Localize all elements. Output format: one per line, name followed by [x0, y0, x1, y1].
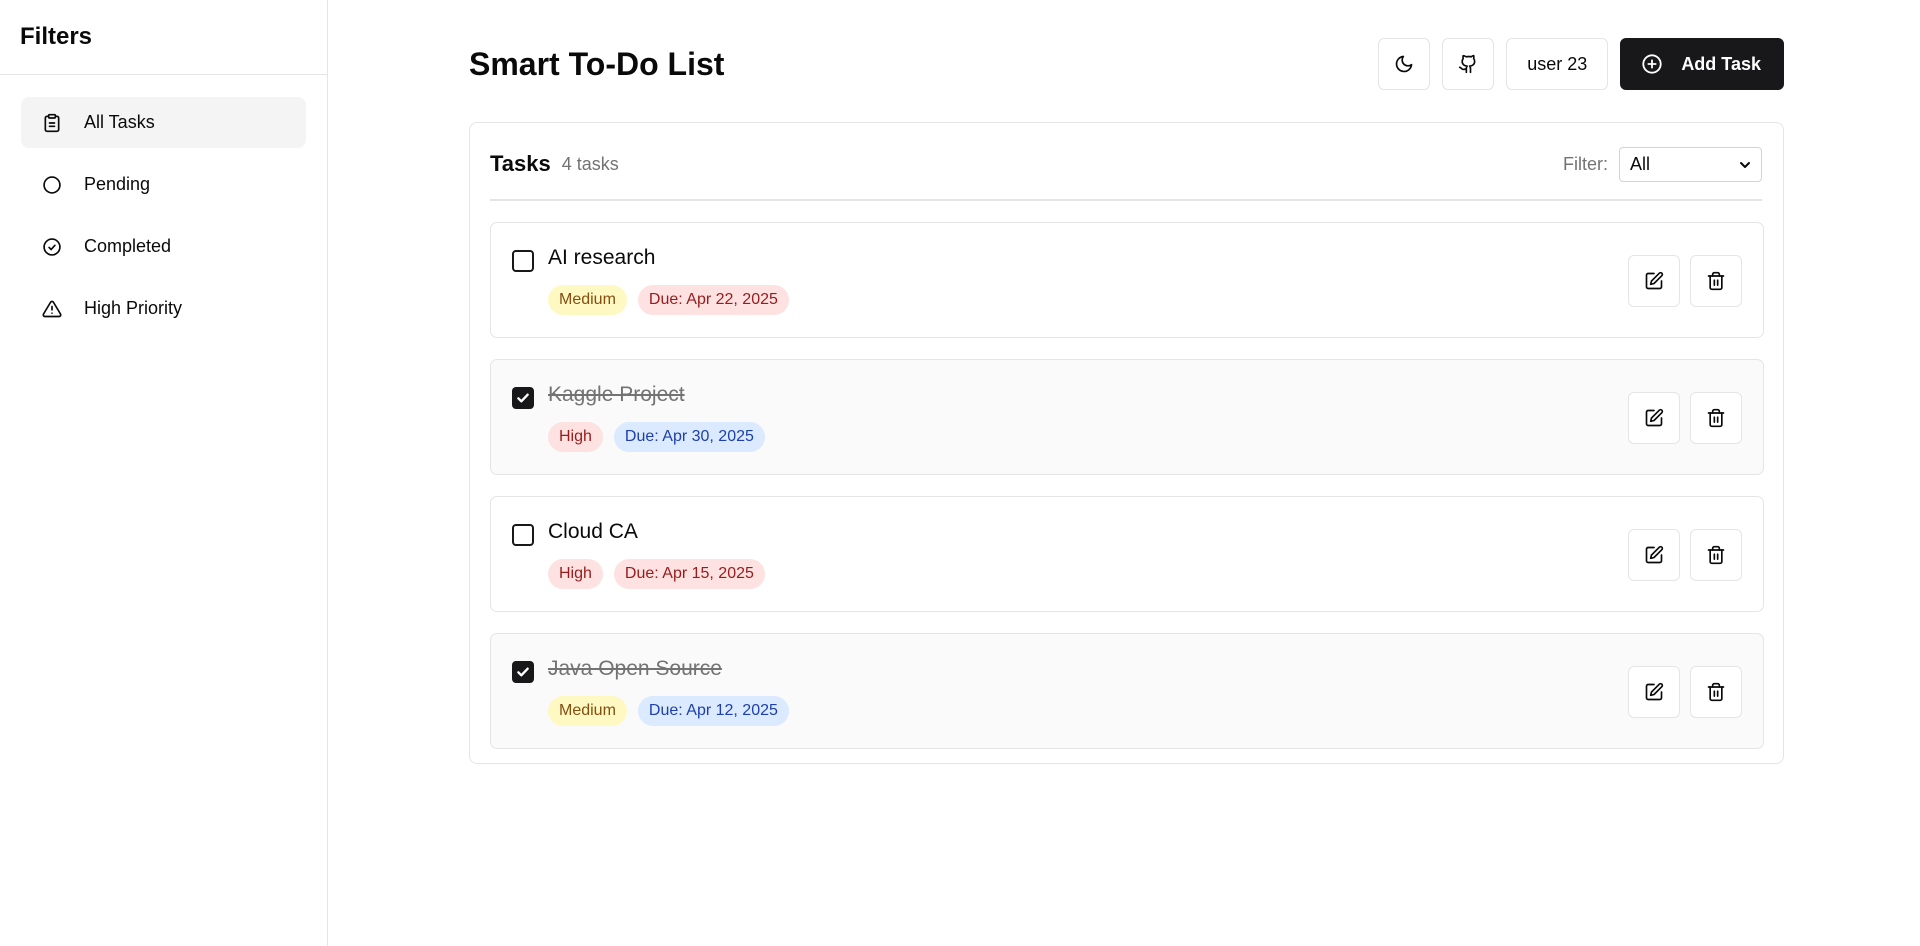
task-title: AI research [548, 246, 656, 269]
due-badge: Due: Apr 30, 2025 [613, 422, 765, 452]
sidebar-header: Filters [0, 0, 327, 75]
tasks-card: Tasks 4 tasks Filter: All AI research Me… [469, 122, 1784, 764]
delete-button[interactable] [1690, 392, 1742, 444]
task-title: Kaggle Project [548, 383, 685, 406]
github-button[interactable] [1442, 38, 1495, 90]
alert-triangle-icon [41, 298, 63, 320]
edit-button[interactable] [1628, 666, 1680, 718]
task-item: Cloud CA High Due: Apr 15, 2025 [490, 496, 1764, 612]
edit-button[interactable] [1628, 255, 1680, 307]
task-checkbox[interactable] [512, 250, 534, 272]
theme-toggle-button[interactable] [1378, 38, 1431, 90]
sidebar: Filters All Tasks Pending Completed High… [0, 0, 328, 946]
priority-badge: Medium [548, 285, 627, 315]
trash-icon [1706, 545, 1726, 565]
priority-badge: Medium [548, 696, 627, 726]
tasks-card-header: Tasks 4 tasks Filter: All [490, 145, 1762, 183]
sidebar-item-pending[interactable]: Pending [21, 159, 306, 210]
task-item: Kaggle Project High Due: Apr 30, 2025 [490, 359, 1764, 475]
plus-circle-icon [1641, 53, 1663, 75]
edit-icon [1644, 682, 1664, 702]
task-title: Java Open Source [548, 657, 722, 680]
task-badges: Medium Due: Apr 22, 2025 [548, 285, 800, 315]
tasks-count: 4 tasks [561, 153, 619, 174]
due-badge: Due: Apr 15, 2025 [613, 559, 765, 589]
due-badge: Due: Apr 12, 2025 [637, 696, 789, 726]
task-checkbox[interactable] [512, 387, 534, 409]
trash-icon [1706, 408, 1726, 428]
chevron-down-icon [1737, 157, 1753, 173]
check-icon [515, 390, 531, 406]
task-badges: High Due: Apr 30, 2025 [548, 422, 776, 452]
filter-select[interactable]: All [1619, 146, 1762, 182]
edit-button[interactable] [1628, 529, 1680, 581]
sidebar-item-label: High Priority [84, 298, 183, 318]
add-task-label: Add Task [1681, 53, 1761, 74]
edit-icon [1644, 271, 1664, 291]
edit-button[interactable] [1628, 392, 1680, 444]
priority-badge: High [548, 422, 603, 452]
task-badges: Medium Due: Apr 12, 2025 [548, 696, 800, 726]
divider [490, 199, 1762, 201]
task-checkbox[interactable] [512, 524, 534, 546]
delete-button[interactable] [1690, 529, 1742, 581]
main-content: Smart To-Do List user 23 Add Task Tasks … [328, 0, 1920, 946]
sidebar-item-label: Pending [84, 174, 151, 194]
page-title: Smart To-Do List [469, 45, 725, 82]
task-item: Java Open Source Medium Due: Apr 12, 202… [490, 633, 1764, 749]
task-title: Cloud CA [548, 520, 638, 543]
task-actions [1618, 529, 1742, 581]
task-checkbox[interactable] [512, 661, 534, 683]
priority-badge: High [548, 559, 603, 589]
trash-icon [1706, 271, 1726, 291]
sidebar-nav: All Tasks Pending Completed High Priorit… [0, 75, 327, 367]
page-header: Smart To-Do List user 23 Add Task [469, 38, 1784, 90]
edit-icon [1644, 545, 1664, 565]
sidebar-item-label: Completed [84, 236, 172, 256]
delete-button[interactable] [1690, 666, 1742, 718]
check-icon [515, 664, 531, 680]
task-actions [1618, 392, 1742, 444]
delete-button[interactable] [1690, 255, 1742, 307]
task-actions [1618, 666, 1742, 718]
github-icon [1458, 54, 1478, 74]
moon-icon [1394, 54, 1414, 74]
edit-icon [1644, 408, 1664, 428]
add-task-button[interactable]: Add Task [1620, 38, 1784, 90]
sidebar-title: Filters [20, 23, 93, 50]
filter-value: All [1630, 153, 1651, 174]
due-badge: Due: Apr 22, 2025 [637, 285, 789, 315]
clipboard-icon [41, 112, 63, 134]
sidebar-item-completed[interactable]: Completed [21, 221, 306, 272]
circle-icon [41, 174, 63, 196]
sidebar-item-all-tasks[interactable]: All Tasks [21, 97, 306, 148]
task-item: AI research Medium Due: Apr 22, 2025 [490, 222, 1764, 338]
task-actions [1618, 255, 1742, 307]
user-button[interactable]: user 23 [1506, 38, 1609, 90]
tasks-title: Tasks [490, 151, 551, 176]
sidebar-item-label: All Tasks [84, 112, 155, 132]
trash-icon [1706, 682, 1726, 702]
filter-label: Filter: [1563, 153, 1608, 174]
task-badges: High Due: Apr 15, 2025 [548, 559, 776, 589]
sidebar-item-high-priority[interactable]: High Priority [21, 283, 306, 334]
check-circle-icon [41, 236, 63, 258]
